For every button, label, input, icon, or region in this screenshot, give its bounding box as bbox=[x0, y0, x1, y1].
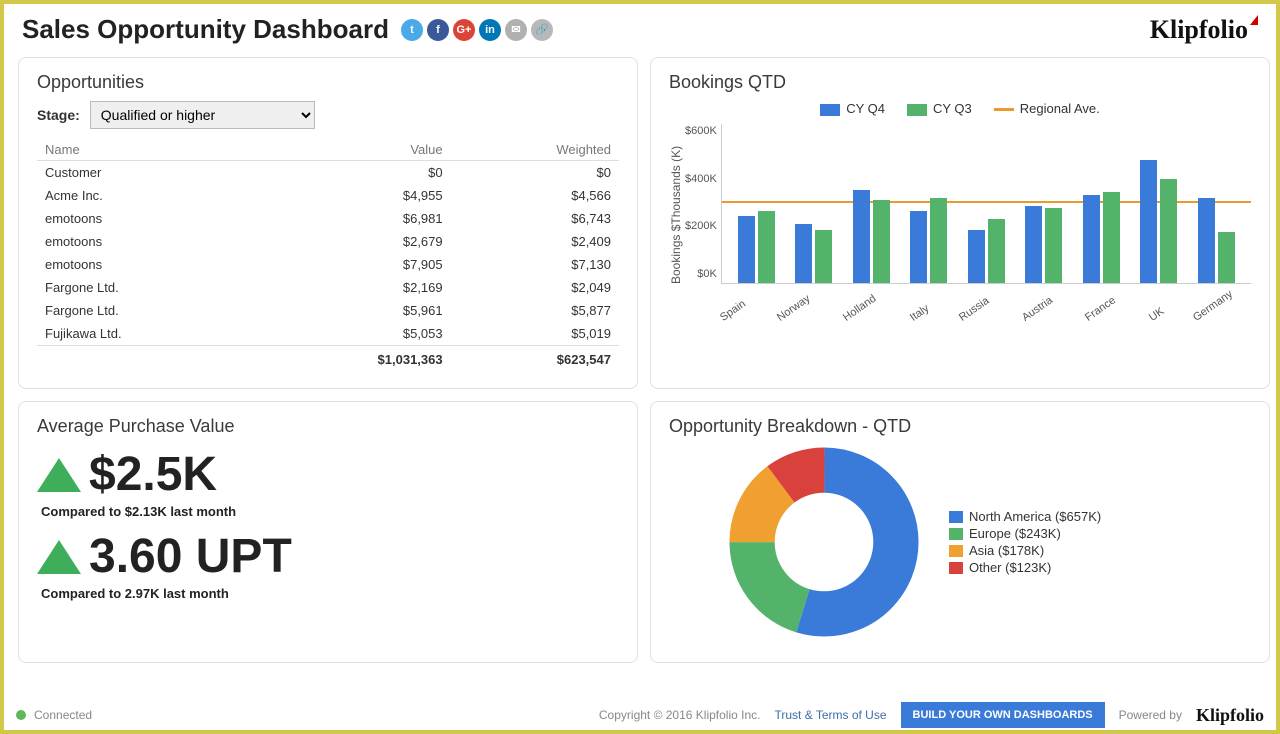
breakdown-donut bbox=[729, 447, 919, 637]
opportunities-table: Name Value Weighted Customer$0$0Acme Inc… bbox=[37, 139, 619, 370]
twitter-icon[interactable]: t bbox=[401, 19, 423, 41]
breakdown-legend: North America ($657K)Europe ($243K)Asia … bbox=[949, 507, 1101, 577]
table-row[interactable]: emotoons$2,679$2,409 bbox=[37, 230, 619, 253]
apv-title: Average Purchase Value bbox=[37, 416, 619, 437]
col-value: Value bbox=[258, 139, 451, 161]
table-row[interactable]: Fargone Ltd.$5,961$5,877 bbox=[37, 299, 619, 322]
table-row[interactable]: Acme Inc.$4,955$4,566 bbox=[37, 184, 619, 207]
stage-select[interactable]: Qualified or higher bbox=[90, 101, 315, 129]
bookings-title: Bookings QTD bbox=[669, 72, 1251, 93]
email-icon[interactable]: ✉ bbox=[505, 19, 527, 41]
brand-logo: Klipfolio bbox=[1150, 15, 1258, 45]
googleplus-icon[interactable]: G+ bbox=[453, 19, 475, 41]
total-value: $1,031,363 bbox=[258, 346, 451, 371]
connected-label: Connected bbox=[34, 708, 92, 722]
link-icon[interactable]: 🔗 bbox=[531, 19, 553, 41]
breakdown-card: Opportunity Breakdown - QTD North Americ… bbox=[650, 401, 1270, 663]
header: Sales Opportunity Dashboard t f G+ in ✉ … bbox=[4, 4, 1276, 49]
breakdown-title: Opportunity Breakdown - QTD bbox=[669, 416, 1251, 437]
trust-link[interactable]: Trust & Terms of Use bbox=[775, 708, 887, 722]
table-row[interactable]: emotoons$6,981$6,743 bbox=[37, 207, 619, 230]
table-row[interactable]: Fujikawa Ltd.$5,053$5,019 bbox=[37, 322, 619, 346]
footer: Connected Copyright © 2016 Klipfolio Inc… bbox=[6, 702, 1274, 728]
total-weighted: $623,547 bbox=[451, 346, 619, 371]
opportunities-title: Opportunities bbox=[37, 72, 619, 93]
apv-value-2: 3.60 UPT bbox=[89, 529, 292, 584]
bookings-chart: Bookings $Thousands (K) $600K$400K$200K$… bbox=[669, 120, 1251, 310]
table-row[interactable]: emotoons$7,905$7,130 bbox=[37, 253, 619, 276]
up-arrow-icon bbox=[37, 540, 81, 574]
table-row[interactable]: Customer$0$0 bbox=[37, 161, 619, 185]
apv-card: Average Purchase Value $2.5K Compared to… bbox=[18, 401, 638, 663]
page-title: Sales Opportunity Dashboard bbox=[22, 14, 389, 45]
powered-by: Powered by bbox=[1119, 708, 1182, 722]
linkedin-icon[interactable]: in bbox=[479, 19, 501, 41]
bookings-legend: CY Q4 CY Q3 Regional Ave. bbox=[669, 101, 1251, 116]
bookings-card: Bookings QTD CY Q4 CY Q3 Regional Ave. B… bbox=[650, 57, 1270, 389]
stage-filter: Stage: Qualified or higher bbox=[37, 101, 619, 129]
bookings-ylabel: Bookings $Thousands (K) bbox=[669, 120, 683, 310]
build-button[interactable]: BUILD YOUR OWN DASHBOARDS bbox=[901, 702, 1105, 728]
stage-label: Stage: bbox=[37, 107, 80, 123]
connected-icon bbox=[16, 710, 26, 720]
table-row[interactable]: Fargone Ltd.$2,169$2,049 bbox=[37, 276, 619, 299]
copyright: Copyright © 2016 Klipfolio Inc. bbox=[599, 708, 761, 722]
col-weighted: Weighted bbox=[451, 139, 619, 161]
apv-sub-2: Compared to 2.97K last month bbox=[41, 586, 619, 601]
social-share: t f G+ in ✉ 🔗 bbox=[401, 19, 553, 41]
brand-logo-small: Klipfolio bbox=[1196, 705, 1264, 726]
facebook-icon[interactable]: f bbox=[427, 19, 449, 41]
apv-sub-1: Compared to $2.13K last month bbox=[41, 504, 619, 519]
opportunities-card: Opportunities Stage: Qualified or higher… bbox=[18, 57, 638, 389]
apv-value-1: $2.5K bbox=[89, 447, 217, 502]
up-arrow-icon bbox=[37, 458, 81, 492]
col-name: Name bbox=[37, 139, 258, 161]
